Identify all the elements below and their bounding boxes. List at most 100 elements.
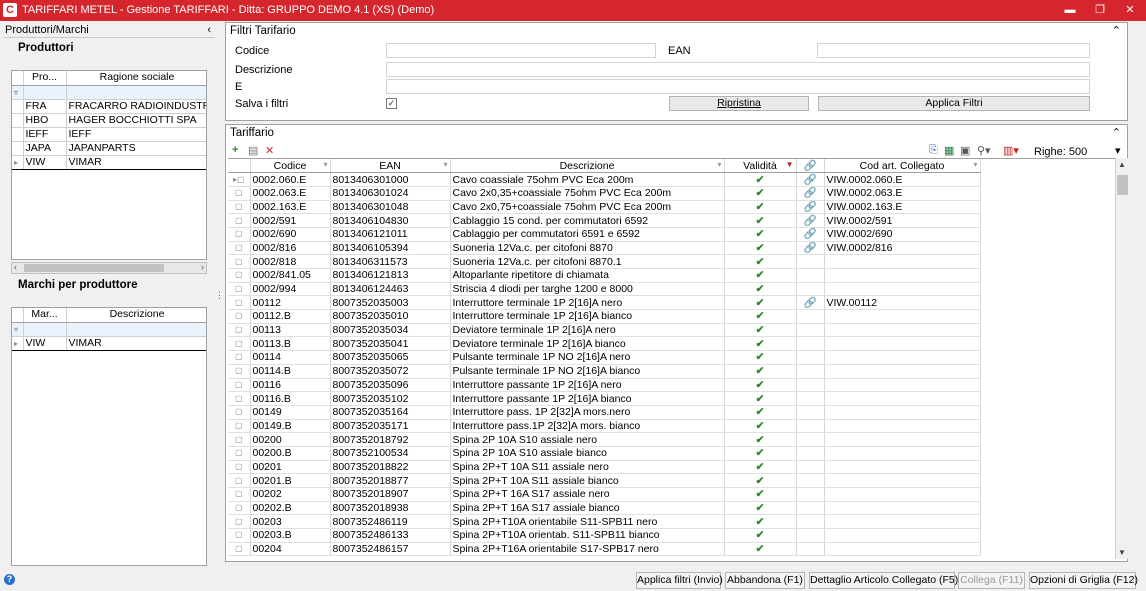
grid-options-chevron-icon[interactable]: ▾ bbox=[1115, 144, 1121, 157]
salva-filtri-checkbox[interactable]: ✓ bbox=[386, 98, 397, 109]
tariffario-row[interactable]: ▢ 0002/591 8013406104830 Cablaggio 15 cond.… bbox=[228, 213, 981, 228]
ripristina-button[interactable]: Ripristina bbox=[669, 96, 809, 111]
row-checkbox[interactable]: ▢ bbox=[228, 200, 251, 215]
producer-row[interactable]: IEFF IEFF bbox=[12, 127, 206, 142]
link-icon[interactable] bbox=[796, 542, 825, 557]
edit-row-icon[interactable]: ▤ bbox=[248, 144, 258, 157]
export-icon[interactable]: ⎘ bbox=[929, 144, 938, 157]
tariffario-row[interactable]: ▢ 0002/818 8013406311573 Suoneria 12Va.c. p… bbox=[228, 254, 981, 269]
producers-filter-name[interactable] bbox=[66, 85, 206, 100]
link-icon[interactable] bbox=[796, 419, 825, 434]
link-icon[interactable]: 🔗 bbox=[796, 200, 825, 215]
row-checkbox[interactable]: ▢ bbox=[228, 487, 251, 502]
link-icon[interactable] bbox=[796, 323, 825, 338]
delete-row-icon[interactable]: ✕ bbox=[265, 144, 274, 157]
producers-filter-code[interactable] bbox=[23, 85, 67, 100]
row-checkbox[interactable]: ▢ bbox=[228, 528, 251, 543]
tariffario-row[interactable]: ▢ 00203.B 8007352486133 Spina 2P+T10A orien… bbox=[228, 528, 981, 543]
row-checkbox[interactable]: ▢ bbox=[228, 501, 251, 516]
minimize-button[interactable]: ▬ bbox=[1055, 2, 1085, 18]
collapse-tariffario-icon[interactable]: ⌃ bbox=[1112, 126, 1121, 139]
row-checkbox[interactable]: ▢ bbox=[228, 254, 251, 269]
tariffario-row[interactable]: ▢ 0002.063.E 8013406301024 Cavo 2x0,35+coas… bbox=[228, 186, 981, 201]
link-icon[interactable]: 🔗 bbox=[796, 172, 825, 187]
tariffario-row[interactable]: ▢ 00204 8007352486157 Spina 2P+T16A orienta… bbox=[228, 542, 981, 557]
brand-row[interactable]: ▸ VIW VIMAR bbox=[12, 335, 206, 351]
tariffario-row[interactable]: ▢ 00112.B 8007352035010 Interruttore termin… bbox=[228, 309, 981, 324]
tariffario-row[interactable]: ▸▢ 0002.060.E 8013406301000 Cavo coassiale … bbox=[228, 172, 981, 187]
collapse-left-pane-icon[interactable]: ‹ bbox=[207, 22, 211, 38]
row-checkbox[interactable]: ▢ bbox=[228, 336, 251, 352]
link-icon[interactable] bbox=[796, 514, 825, 530]
producer-row[interactable]: JAPA JAPANPARTS bbox=[12, 141, 206, 156]
producer-row[interactable]: ▸ VIW VIMAR bbox=[12, 154, 206, 170]
tariffario-row[interactable]: ▢ 00149.B 8007352035171 Interruttore pass.1… bbox=[228, 419, 981, 434]
tariffario-row[interactable]: ▢ 00116.B 8007352035102 Interruttore passan… bbox=[228, 391, 981, 406]
row-checkbox[interactable]: ▢ bbox=[228, 391, 251, 406]
filter-icon[interactable]: ▿ bbox=[12, 322, 24, 337]
tariffario-vscrollbar[interactable]: ▲ ▼ bbox=[1115, 158, 1128, 559]
row-checkbox[interactable]: ▢ bbox=[228, 432, 251, 447]
row-checkbox[interactable]: ▢ bbox=[228, 364, 251, 379]
col-validita[interactable]: Validità ▼ bbox=[724, 159, 797, 174]
link-icon[interactable] bbox=[796, 309, 825, 324]
col-link[interactable]: 🔗 bbox=[796, 159, 825, 174]
codice-input[interactable] bbox=[386, 43, 656, 58]
link-icon[interactable] bbox=[796, 446, 825, 461]
row-checkbox[interactable]: ▢ bbox=[228, 282, 251, 297]
excel-icon[interactable]: ▦ bbox=[944, 144, 954, 157]
tariffario-row[interactable]: ▢ 00113.B 8007352035041 Deviatore terminale… bbox=[228, 336, 981, 352]
producers-col-code[interactable]: Pro... bbox=[23, 71, 67, 86]
producer-row[interactable]: HBO HAGER BOCCHIOTTI SPA bbox=[12, 113, 206, 128]
tariffario-row[interactable]: ▢ 00201 8007352018822 Spina 2P+T 10A S11 as… bbox=[228, 460, 981, 475]
tariffario-row[interactable]: ▢ 00200 8007352018792 Spina 2P 10A S10 assi… bbox=[228, 432, 981, 447]
row-checkbox[interactable]: ▢ bbox=[228, 378, 251, 393]
brands-filter-code[interactable] bbox=[23, 322, 67, 337]
col-codice[interactable]: Codice ▾ bbox=[250, 159, 331, 174]
e-input[interactable] bbox=[386, 79, 1090, 94]
tariffario-row[interactable]: ▢ 0002/841.05 8013406121813 Altoparlante ri… bbox=[228, 268, 981, 283]
row-checkbox[interactable]: ▢ bbox=[228, 213, 251, 228]
applica-filtri-invio-button[interactable]: Applica filtri (Invio) bbox=[636, 572, 723, 589]
row-checkbox[interactable]: ▢ bbox=[228, 446, 251, 461]
producer-row[interactable]: FRA FRACARRO RADIOINDUSTRI bbox=[12, 99, 206, 114]
tariffario-row[interactable]: ▢ 00202 8007352018907 Spina 2P+T 16A S17 as… bbox=[228, 487, 981, 502]
filter-active-icon[interactable]: ▼ bbox=[786, 159, 794, 171]
close-button[interactable]: ✕ bbox=[1115, 2, 1145, 18]
link-icon[interactable] bbox=[796, 391, 825, 406]
row-checkbox[interactable]: ▢ bbox=[228, 295, 251, 311]
link-icon[interactable]: 🔗 bbox=[796, 241, 825, 256]
producers-hscrollbar[interactable]: ‹ › bbox=[11, 262, 207, 274]
link-icon[interactable] bbox=[796, 460, 825, 475]
tariffario-row[interactable]: ▢ 0002/690 8013406121011 Cablaggio per comm… bbox=[228, 227, 981, 242]
col-cod-collegato[interactable]: Cod art. Collegato ▾ bbox=[824, 159, 981, 174]
tariffario-row[interactable]: ▢ 0002.163.E 8013406301048 Cavo 2x0,75+coas… bbox=[228, 200, 981, 215]
abbandona-button[interactable]: Abbandona (F1) bbox=[725, 572, 805, 589]
row-checkbox[interactable]: ▢ bbox=[228, 460, 251, 475]
row-selector[interactable]: ▸ bbox=[12, 335, 24, 351]
scroll-up-icon[interactable]: ▲ bbox=[1118, 160, 1126, 169]
tariffario-row[interactable]: ▢ 00202.B 8007352018938 Spina 2P+T 16A S17 … bbox=[228, 501, 981, 516]
column-menu-icon[interactable]: ▾ bbox=[717, 159, 721, 171]
row-checkbox[interactable]: ▸▢ bbox=[228, 172, 251, 187]
restore-button[interactable]: ❐ bbox=[1085, 2, 1115, 18]
row-checkbox[interactable]: ▢ bbox=[228, 186, 251, 201]
row-checkbox[interactable]: ▢ bbox=[228, 227, 251, 242]
row-selector[interactable] bbox=[12, 113, 24, 128]
brands-filter-name[interactable] bbox=[66, 322, 206, 337]
row-checkbox[interactable]: ▢ bbox=[228, 473, 251, 488]
row-checkbox[interactable]: ▢ bbox=[228, 268, 251, 283]
tariffario-row[interactable]: ▢ 00201.B 8007352018877 Spina 2P+T 10A S11 … bbox=[228, 473, 981, 488]
row-checkbox[interactable]: ▢ bbox=[228, 309, 251, 324]
producers-hscroll-thumb[interactable] bbox=[24, 264, 164, 272]
link-icon[interactable] bbox=[796, 268, 825, 283]
col-descrizione[interactable]: Descrizione ▾ bbox=[450, 159, 725, 174]
row-checkbox[interactable]: ▢ bbox=[228, 514, 251, 530]
link-icon[interactable]: 🔗 bbox=[796, 213, 825, 228]
brands-col-code[interactable]: Mar... bbox=[23, 308, 67, 323]
opzioni-griglia-button[interactable]: Opzioni di Griglia (F12) bbox=[1029, 572, 1138, 589]
pane-splitter-handle[interactable]: ⋮ bbox=[215, 290, 224, 301]
pdf-icon[interactable]: ▥▾ bbox=[1003, 144, 1019, 157]
link-icon[interactable] bbox=[796, 282, 825, 297]
link-icon[interactable] bbox=[796, 487, 825, 502]
